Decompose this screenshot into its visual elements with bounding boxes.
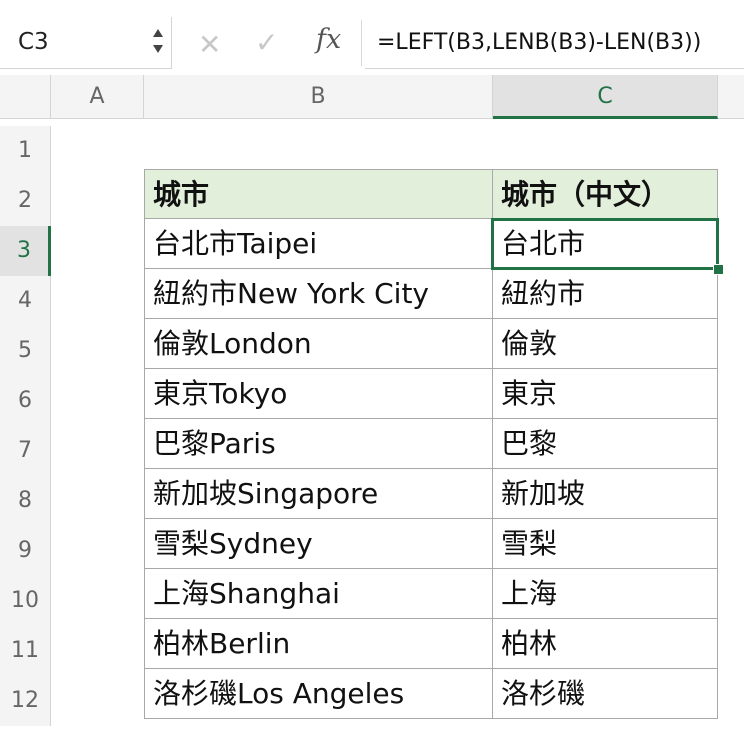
- select-all-corner[interactable]: [0, 75, 51, 119]
- row-header-2[interactable]: 2: [0, 176, 51, 226]
- formula-bar-divider: [361, 20, 362, 66]
- cell-b5[interactable]: 倫敦London: [144, 319, 493, 369]
- cell-c9[interactable]: 雪梨: [493, 519, 718, 569]
- row-header-8[interactable]: 8: [0, 476, 51, 526]
- insert-function-icon[interactable]: fx: [316, 24, 341, 55]
- row-header-9[interactable]: 9: [0, 526, 51, 576]
- enter-icon[interactable]: ✓: [255, 26, 278, 59]
- cell-b4[interactable]: 紐約市New York City: [144, 269, 493, 319]
- row-header-3[interactable]: 3: [0, 226, 51, 276]
- row-header-12[interactable]: 12: [0, 676, 51, 726]
- cell-c4[interactable]: 紐約市: [493, 269, 718, 319]
- column-header-c[interactable]: C: [493, 75, 718, 119]
- row-header-6[interactable]: 6: [0, 376, 51, 426]
- cell-b11[interactable]: 柏林Berlin: [144, 619, 493, 669]
- table-header-city-chinese[interactable]: 城市（中文）: [493, 169, 718, 219]
- cell-c6[interactable]: 東京: [493, 369, 718, 419]
- column-header-a[interactable]: A: [51, 75, 144, 119]
- row-header-10[interactable]: 10: [0, 576, 51, 626]
- cell-b8[interactable]: 新加坡Singapore: [144, 469, 493, 519]
- row-header-4[interactable]: 4: [0, 276, 51, 326]
- cell-c11[interactable]: 柏林: [493, 619, 718, 669]
- fill-handle[interactable]: [713, 264, 724, 275]
- row-header-1[interactable]: 1: [0, 126, 51, 176]
- column-header-row: A B C: [0, 75, 744, 119]
- cell-c5[interactable]: 倫敦: [493, 319, 718, 369]
- name-box[interactable]: C3: [0, 17, 172, 69]
- row-header-5[interactable]: 5: [0, 326, 51, 376]
- cell-b6[interactable]: 東京Tokyo: [144, 369, 493, 419]
- formula-text: =LEFT(B3,LENB(B3)-LEN(B3)): [377, 30, 702, 55]
- name-box-value: C3: [18, 29, 49, 55]
- cell-b12[interactable]: 洛杉磯Los Angeles: [144, 669, 493, 719]
- cell-b7[interactable]: 巴黎Paris: [144, 419, 493, 469]
- cell-c8[interactable]: 新加坡: [493, 469, 718, 519]
- row-header-7[interactable]: 7: [0, 426, 51, 476]
- formula-bar: C3 ✕ ✓ fx =LEFT(B3,LENB(B3)-LEN(B3)): [0, 0, 744, 75]
- cell-c12[interactable]: 洛杉磯: [493, 669, 718, 719]
- cell-c10[interactable]: 上海: [493, 569, 718, 619]
- cancel-icon[interactable]: ✕: [198, 28, 221, 61]
- cell-b10[interactable]: 上海Shanghai: [144, 569, 493, 619]
- table-header-city[interactable]: 城市: [144, 169, 493, 219]
- name-box-spinner-icon[interactable]: [150, 23, 166, 59]
- active-cell-outline: [491, 218, 719, 270]
- row-header-11[interactable]: 11: [0, 626, 51, 676]
- column-header-b[interactable]: B: [144, 75, 493, 119]
- cell-c7[interactable]: 巴黎: [493, 419, 718, 469]
- cell-b3[interactable]: 台北市Taipei: [144, 219, 493, 269]
- formula-input[interactable]: =LEFT(B3,LENB(B3)-LEN(B3)): [365, 17, 744, 69]
- cell-b9[interactable]: 雪梨Sydney: [144, 519, 493, 569]
